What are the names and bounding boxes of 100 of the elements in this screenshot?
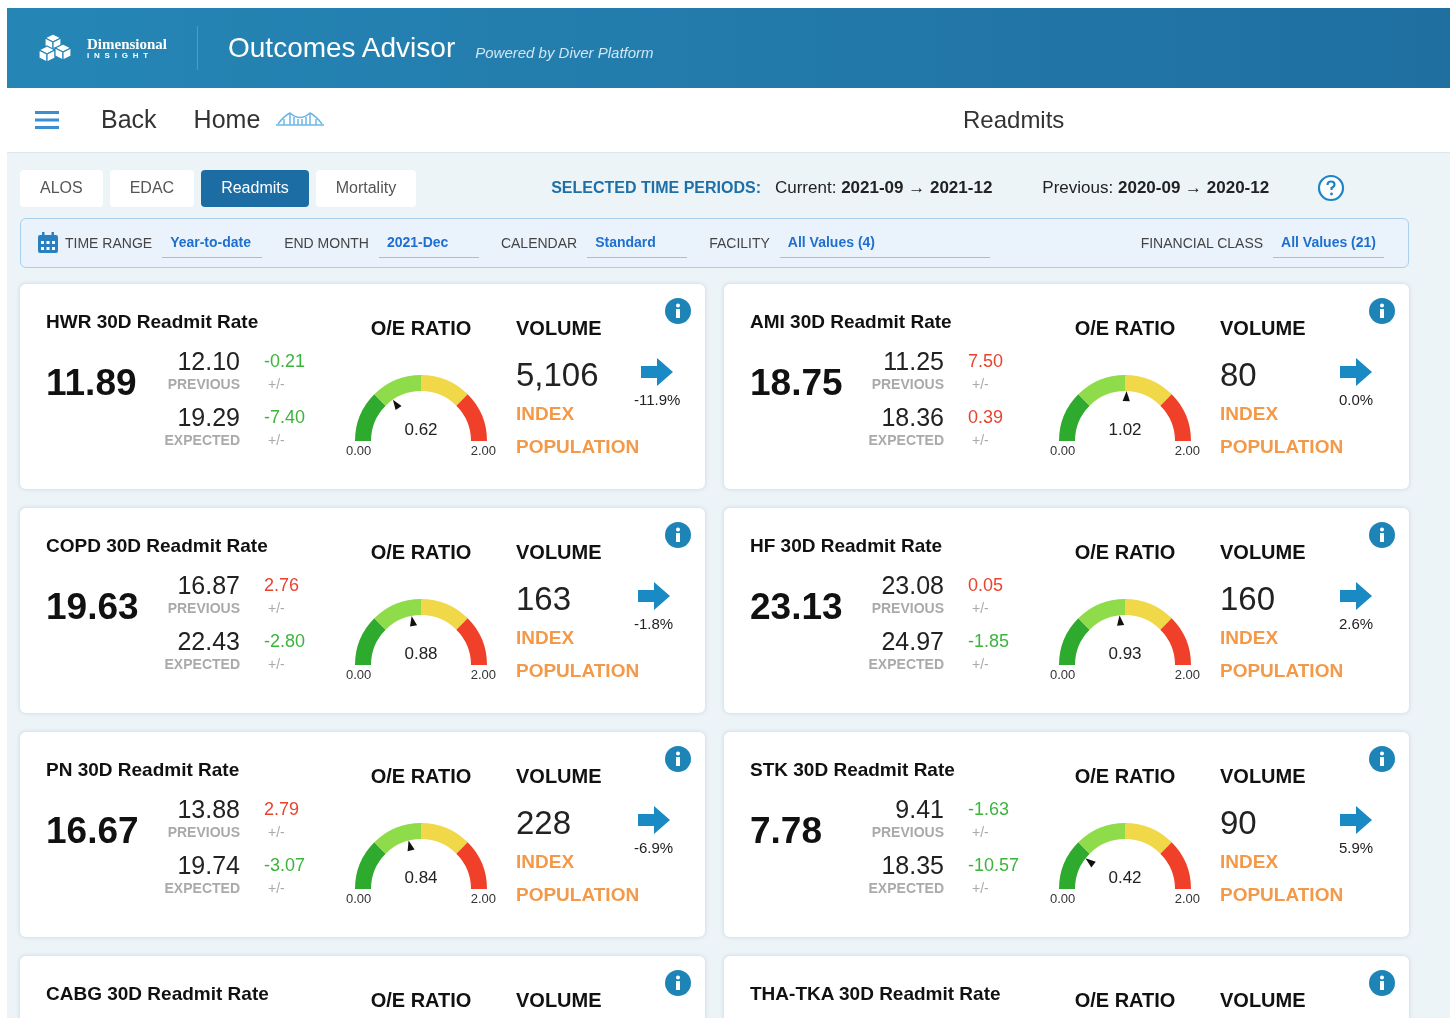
stat-value: 22.43 [177, 626, 240, 655]
page-title: Readmits [963, 105, 1065, 135]
delta-value: 0.39 [968, 405, 1004, 429]
filter-label: END MONTH [284, 233, 369, 253]
gauge-min-label: 0.00 [1050, 442, 1076, 460]
gauge-max-label: 2.00 [470, 890, 496, 908]
stat-label: PREVIOUS [167, 374, 240, 393]
delta-value: 0.05 [968, 573, 1004, 597]
index-label: INDEX [516, 402, 575, 426]
ratio-value: 0.62 [404, 419, 438, 441]
delta-value: 2.76 [264, 573, 300, 597]
logo-subtext: INSIGHT [87, 51, 155, 60]
card-title: PN 30D Readmit Rate [46, 758, 241, 782]
info-icon[interactable] [665, 970, 691, 996]
stat-label: EXPECTED [164, 430, 240, 449]
tab[interactable]: Readmits [201, 169, 309, 207]
previous-period: Previous: 2020-09 → 2020-12 [1042, 177, 1270, 200]
stat-label: EXPECTED [164, 878, 240, 897]
index-label: POPULATION [516, 435, 640, 459]
volume-change: -6.9% [634, 838, 674, 858]
volume-value: 160 [1220, 579, 1277, 619]
metric-value: 16.67 [46, 808, 140, 853]
stat-value: 11.25 [883, 346, 944, 375]
index-label: POPULATION [1220, 435, 1344, 459]
delta-value: -1.85 [968, 629, 1010, 653]
volume-heading: VOLUME [1220, 540, 1307, 565]
delta-label: +/- [267, 654, 285, 673]
current-period: Current: 2021-09 → 2021-12 [774, 177, 993, 200]
tab[interactable]: ALOS [20, 169, 103, 207]
ratio-heading: O/E RATIO [370, 764, 472, 789]
filter-label: CALENDAR [500, 233, 578, 253]
volume-heading: VOLUME [516, 316, 603, 341]
tab[interactable]: EDAC [109, 169, 195, 207]
delta-value: -10.57 [968, 853, 1020, 877]
delta-label: +/- [971, 878, 989, 897]
delta-label: +/- [267, 430, 285, 449]
ratio-heading: O/E RATIO [1074, 540, 1176, 565]
metric-value: 18.75 [750, 360, 844, 405]
home-link[interactable]: Home [193, 101, 261, 139]
volume-heading: VOLUME [1220, 316, 1307, 341]
stat-value: 19.29 [177, 402, 240, 431]
card-title: HWR 30D Readmit Rate [46, 310, 260, 334]
ratio-heading: O/E RATIO [1074, 316, 1176, 341]
stat-label: PREVIOUS [167, 598, 240, 617]
back-link[interactable]: Back [101, 101, 157, 139]
volume-change: 5.9% [1338, 838, 1374, 858]
info-icon[interactable] [1369, 298, 1395, 324]
filter-dropdown[interactable]: Year-to-date [162, 228, 263, 258]
stat-value: 23.08 [881, 570, 944, 599]
ratio-value: 0.93 [1108, 643, 1142, 665]
filter-dropdown[interactable]: All Values (21) [1273, 228, 1384, 258]
metric-value: 7.78 [750, 808, 823, 853]
gauge-max-label: 2.00 [470, 666, 496, 684]
info-icon[interactable] [1369, 522, 1395, 548]
filter-dropdown[interactable]: All Values (4) [779, 228, 990, 258]
volume-value: 90 [1220, 803, 1258, 843]
gauge-min-label: 0.00 [1050, 890, 1076, 908]
stat-label: PREVIOUS [167, 822, 240, 841]
volume-change: -1.8% [634, 614, 674, 634]
gauge-min-label: 0.00 [346, 666, 372, 684]
delta-value: -7.40 [264, 405, 306, 429]
card-title: AMI 30D Readmit Rate [750, 310, 953, 334]
info-icon[interactable] [665, 746, 691, 772]
powered-by-text: Powered by Diver Platform [475, 42, 654, 63]
delta-value: -1.63 [968, 797, 1010, 821]
info-icon[interactable] [665, 298, 691, 324]
stat-label: PREVIOUS [871, 598, 944, 617]
ratio-value: 0.42 [1108, 867, 1142, 889]
stat-label: EXPECTED [868, 654, 944, 673]
delta-value: 7.50 [968, 349, 1004, 373]
delta-label: +/- [267, 878, 285, 897]
info-icon[interactable] [1369, 746, 1395, 772]
card-title: THA-TKA 30D Readmit Rate [750, 982, 1002, 1006]
stat-label: EXPECTED [868, 878, 944, 897]
app-title: Outcomes Advisor [228, 31, 456, 65]
stat-value: 18.35 [881, 850, 944, 879]
help-icon[interactable] [1317, 174, 1346, 202]
right-arrow-icon [1338, 357, 1374, 387]
volume-change: 0.0% [1338, 390, 1374, 410]
info-icon[interactable] [1369, 970, 1395, 996]
delta-label: +/- [971, 430, 989, 449]
logo-text: Dimensional [87, 36, 167, 52]
ratio-heading: O/E RATIO [370, 988, 472, 1013]
gauge-max-label: 2.00 [1174, 666, 1200, 684]
info-icon[interactable] [665, 522, 691, 548]
ratio-value: 1.02 [1108, 419, 1142, 441]
stat-value: 12.10 [177, 346, 240, 375]
tab[interactable]: Mortality [315, 169, 417, 207]
filter-dropdown[interactable]: 2021-Dec [378, 228, 479, 258]
stat-label: PREVIOUS [871, 822, 944, 841]
delta-value: -3.07 [264, 853, 306, 877]
menu-icon[interactable] [35, 110, 59, 130]
stat-label: EXPECTED [164, 654, 240, 673]
delta-label: +/- [267, 598, 285, 617]
delta-label: +/- [971, 598, 989, 617]
volume-heading: VOLUME [516, 540, 603, 565]
metric-value: 19.63 [46, 584, 140, 629]
filter-dropdown[interactable]: Standard [587, 228, 688, 258]
card-title: CABG 30D Readmit Rate [46, 982, 270, 1006]
filter-label: FINANCIAL CLASS [1140, 233, 1264, 253]
